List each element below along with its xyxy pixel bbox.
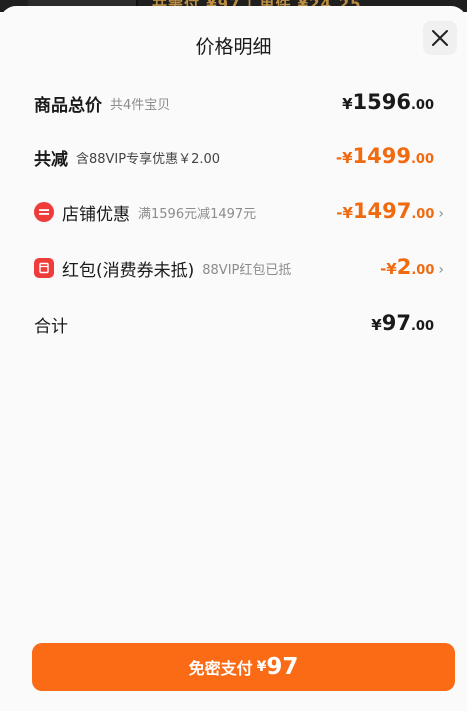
red-packet-amount: -¥ 2 .00 › <box>380 253 444 283</box>
row-store-discount[interactable]: 店铺优惠 满1596元减1497元 -¥ 1497 .00 › <box>34 197 444 227</box>
pay-button[interactable]: 免密支付 ¥ 97 <box>32 643 455 691</box>
chevron-right-icon: › <box>438 262 444 278</box>
reduction-amount: -¥ 1499 .00 <box>336 142 434 172</box>
currency-prefix: -¥ <box>335 149 353 167</box>
amount-decimal: .00 <box>410 98 434 113</box>
row-sub: 满1596元减1497元 <box>138 206 257 222</box>
amount-decimal: .00 <box>411 263 435 278</box>
sum-amount: ¥ 97 .00 <box>371 309 434 339</box>
chevron-right-icon: › <box>438 206 444 222</box>
row-label: 店铺优惠 <box>62 204 130 225</box>
amount-decimal: .00 <box>410 319 434 334</box>
amount-decimal: .00 <box>410 152 434 167</box>
store-discount-icon <box>34 202 54 222</box>
row-label: 共减 <box>34 149 68 170</box>
price-detail-sheet: 价格明细 商品总价 共4件宝贝 ¥ 1596 .00 共减 含88VIP专享优惠… <box>0 6 467 711</box>
amount-integer: 97 <box>381 311 411 335</box>
row-label: 合计 <box>34 316 68 337</box>
close-icon <box>432 30 448 46</box>
row-total-reduction: 共减 含88VIP专享优惠￥2.00 -¥ 1499 .00 <box>34 142 434 172</box>
currency-prefix: -¥ <box>336 204 353 222</box>
goods-total-amount: ¥ 1596 .00 <box>342 88 434 118</box>
pay-currency-prefix: ¥ <box>256 659 267 675</box>
pay-amount: 97 <box>266 654 299 680</box>
amount-decimal: .00 <box>411 207 435 222</box>
amount-integer: 1596 <box>352 90 411 114</box>
amount-integer: 1497 <box>352 199 412 223</box>
row-sum: 合计 ¥ 97 .00 <box>34 309 434 339</box>
currency-prefix: ¥ <box>342 95 353 113</box>
red-packet-icon <box>34 258 54 278</box>
sheet-title: 价格明细 <box>195 36 272 58</box>
store-discount-amount: -¥ 1497 .00 › <box>336 197 444 227</box>
amount-integer: 1499 <box>352 144 411 168</box>
close-button[interactable] <box>423 21 457 55</box>
row-label: 红包(消费券未抵) <box>62 260 195 281</box>
row-sub: 88VIP红包已抵 <box>202 262 292 278</box>
pay-button-label: 免密支付 <box>188 659 253 678</box>
row-sub: 含88VIP专享优惠￥2.00 <box>76 151 221 167</box>
amount-integer: 2 <box>396 255 412 279</box>
row-goods-total: 商品总价 共4件宝贝 ¥ 1596 .00 <box>34 88 434 118</box>
currency-prefix: ¥ <box>371 316 382 334</box>
row-sub: 共4件宝贝 <box>110 97 171 113</box>
row-red-packet[interactable]: 红包(消费券未抵) 88VIP红包已抵 -¥ 2 .00 › <box>34 253 444 283</box>
currency-prefix: -¥ <box>380 260 397 278</box>
row-label: 商品总价 <box>34 95 102 116</box>
price-detail-screen: 共需付 ¥97 | 单件 ¥24.25 价格明细 商品总价 共4件宝贝 ¥ 15… <box>0 0 467 711</box>
